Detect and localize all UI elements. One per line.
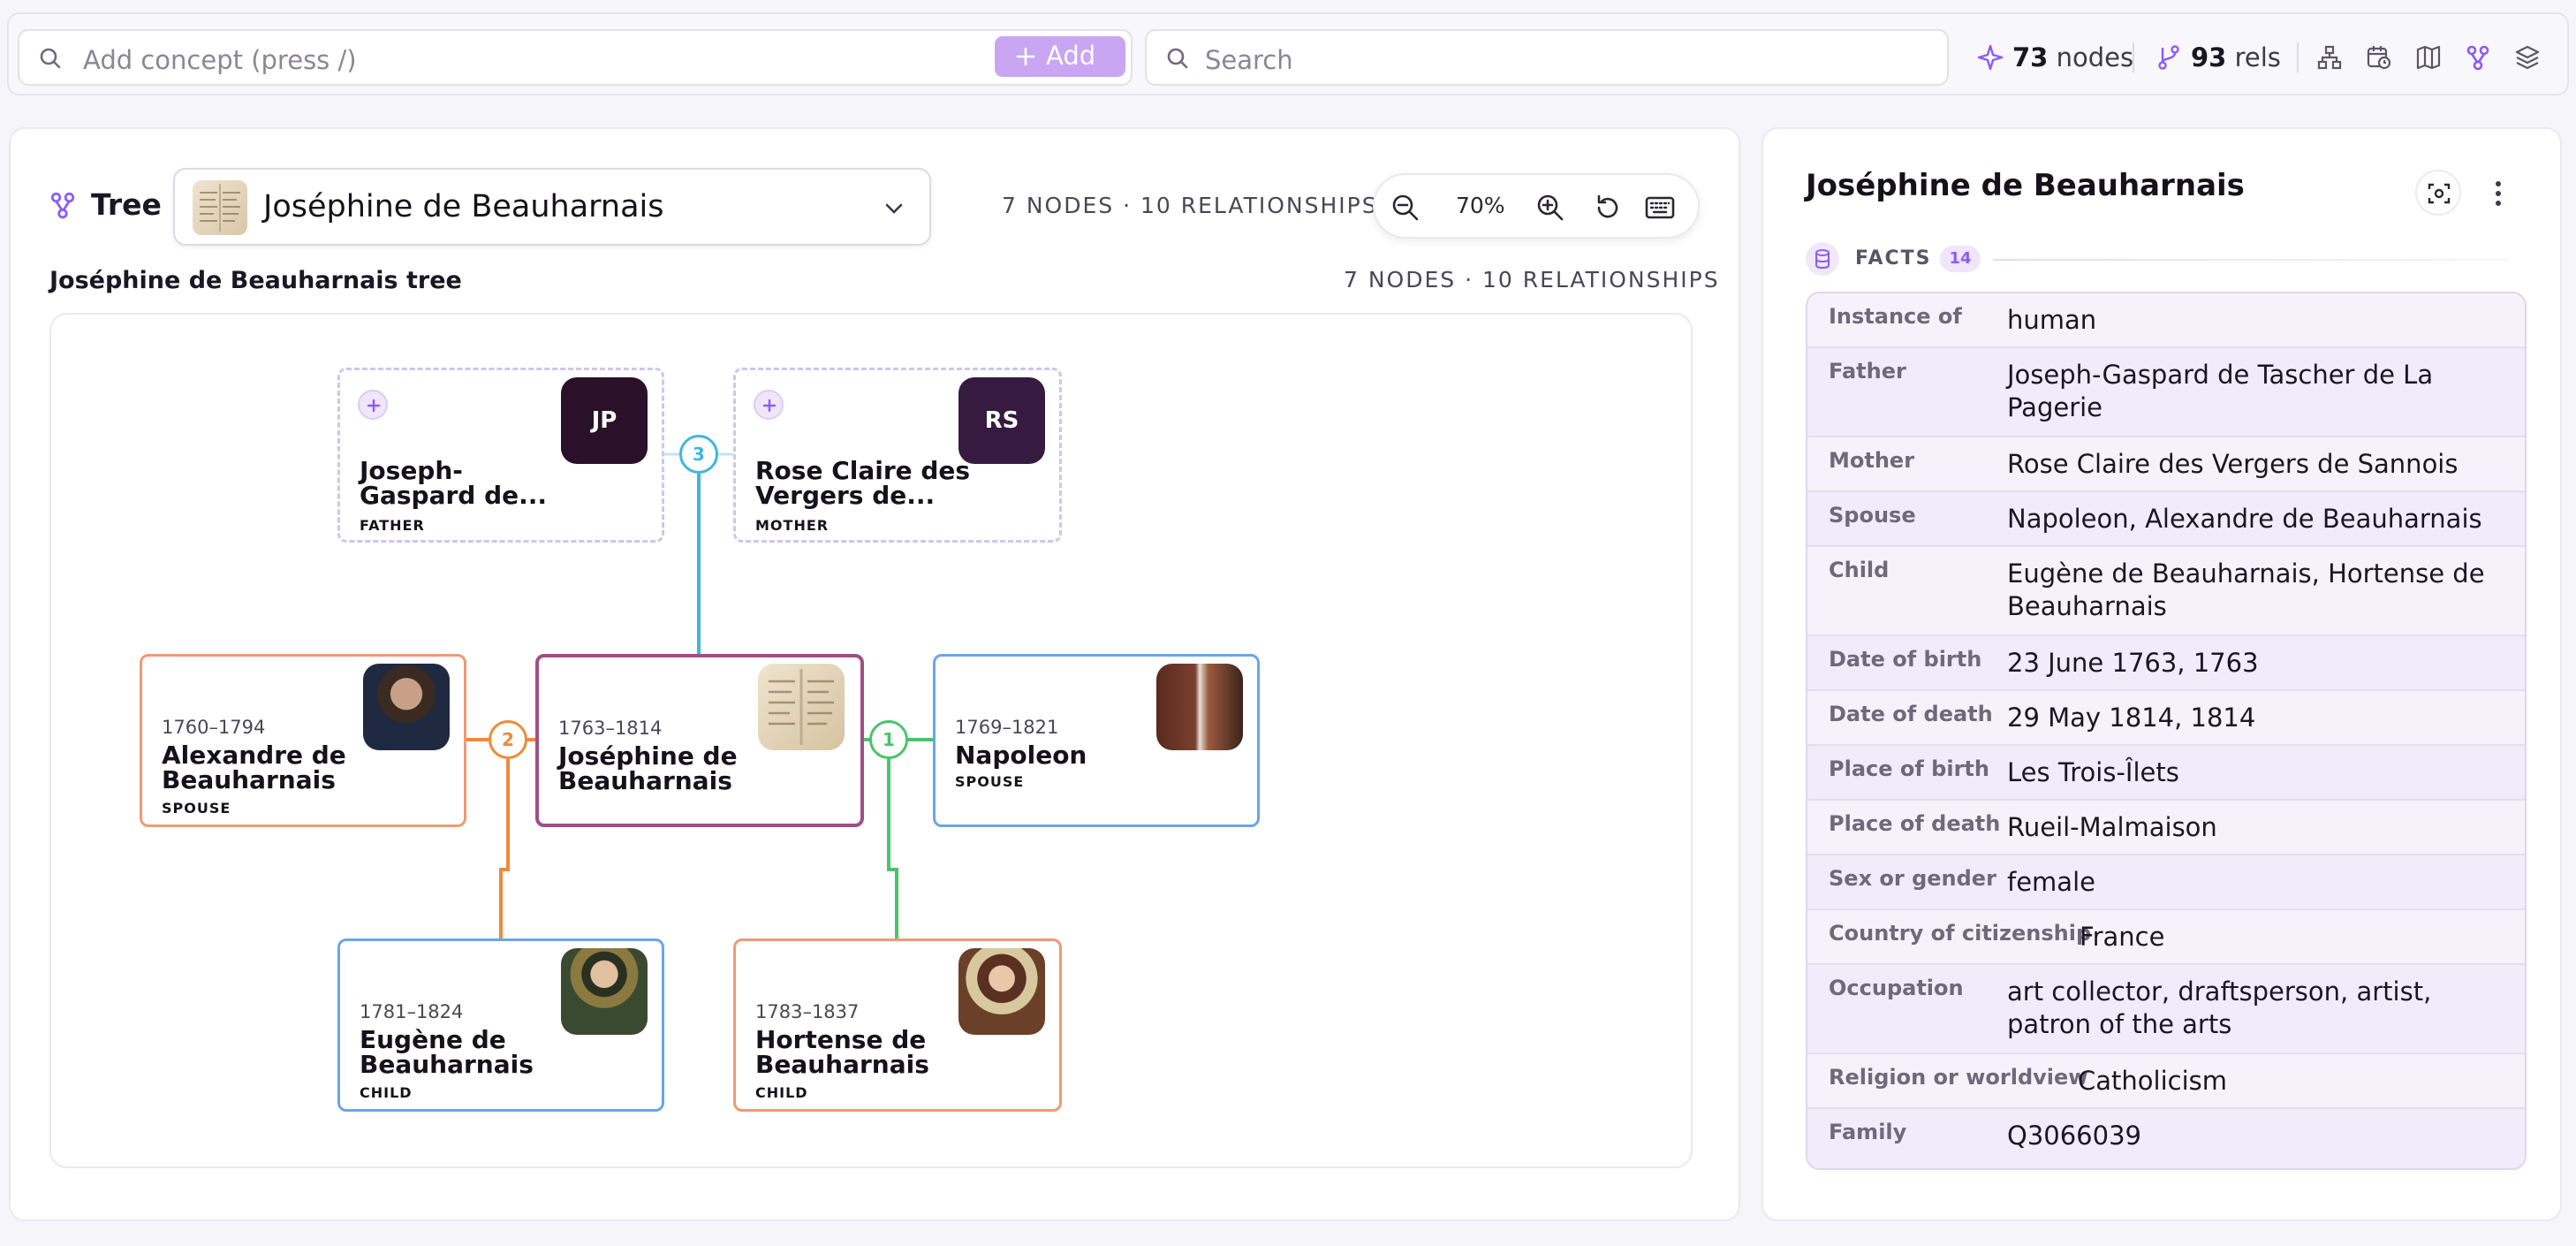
fact-row: Spouse Napoleon, Alexandre de Beauharnais (1807, 492, 2525, 547)
fact-value: Catholicism (2078, 1066, 2227, 1096)
fact-key: Family (1829, 1120, 1907, 1144)
facts-table: Instance of human Father Joseph-Gaspard de… (1806, 292, 2527, 1170)
fact-key: Spouse (1829, 503, 1916, 528)
avatar: JP (561, 377, 648, 464)
fact-key: Religion or worldview (1829, 1065, 2088, 1090)
fact-key: Place of birth (1829, 756, 1989, 781)
role-label: CHILD (755, 1084, 808, 1101)
fact-row: Place of death Rueil-Malmaison (1807, 801, 2525, 855)
fact-row: Mother Rose Claire des Vergers de Sannois (1807, 437, 2525, 492)
fact-value: Napoleon, Alexandre de Beauharnais (2007, 504, 2482, 534)
fact-key: Occupation (1829, 976, 1964, 1000)
avatar: RS (958, 377, 1045, 464)
fact-value: female (2007, 867, 2095, 897)
role-label: FATHER (360, 517, 425, 534)
life-years: 1781–1824 (360, 1001, 464, 1022)
fact-value: art collector, draftsperson, artist, pat… (2007, 976, 2432, 1039)
fact-value: Joseph-Gaspard de Tascher de La Pagerie (2007, 360, 2434, 422)
fact-row: Child Eugène de Beauharnais, Hortense de … (1807, 547, 2525, 636)
add-relative-button[interactable] (754, 390, 784, 420)
role-label: SPOUSE (162, 800, 231, 817)
life-years: 1783–1837 (755, 1001, 860, 1022)
fact-value: Eugène de Beauharnais, Hortense de Beauh… (2007, 558, 2485, 621)
fact-value: human (2007, 305, 2097, 335)
spouse2-badge[interactable]: 1 (869, 720, 908, 759)
life-years: 1769–1821 (955, 717, 1059, 738)
portrait-image (958, 948, 1045, 1035)
child-node-eugene[interactable]: 1781–1824 Eugène de Beauharnais CHILD (337, 938, 664, 1112)
facts-label: FACTS (1855, 247, 1932, 270)
fact-key: Country of citizenship (1829, 921, 2092, 946)
spouse1-child-line (499, 759, 510, 938)
spouse-node-napoleon[interactable]: 1769–1821 Napoleon SPOUSE (933, 654, 1260, 827)
spouse2-child-line (887, 759, 898, 938)
role-label: MOTHER (755, 517, 830, 534)
facts-section-header: FACTS 14 (1806, 242, 2527, 277)
focus-node-button[interactable] (2415, 170, 2461, 216)
fact-row: Family Q3066039 (1807, 1109, 2525, 1168)
role-label: CHILD (360, 1084, 413, 1101)
fact-value: Rueil-Malmaison (2007, 812, 2217, 842)
mother-name-line2: Vergers de... (755, 481, 936, 510)
plus-icon (367, 399, 381, 413)
spouse-name: Napoleon (955, 741, 1087, 770)
fact-row: Sex or gender female (1807, 855, 2525, 910)
fact-row: Date of birth 23 June 1763, 1763 (1807, 636, 2525, 691)
fact-key: Instance of (1829, 304, 1962, 329)
focus-name-line2: Beauharnais (558, 766, 732, 795)
fact-value: Q3066039 (2007, 1121, 2141, 1151)
fact-row: Place of birth Les Trois-Îlets (1807, 746, 2525, 801)
portrait-image (758, 664, 845, 750)
fact-value: Les Trois-Îlets (2007, 757, 2179, 787)
fact-value: France (2080, 922, 2165, 952)
mother-name-line1: Rose Claire des (755, 456, 971, 485)
child-name-line2: Beauharnais (755, 1050, 929, 1079)
portrait-image (561, 948, 648, 1035)
child-name-line1: Hortense de (755, 1025, 927, 1054)
focus-node-josephine[interactable]: 1763–1814 Joséphine de Beauharnais (535, 654, 864, 827)
detail-title: Joséphine de Beauharnais (1806, 168, 2245, 203)
spouse1-badge[interactable]: 2 (489, 720, 527, 759)
fact-row: Occupation art collector, draftsperson, a… (1807, 965, 2525, 1054)
father-name-line1: Joseph- (360, 456, 463, 485)
section-divider (1993, 259, 2509, 261)
fact-value: Rose Claire des Vergers de Sannois (2007, 449, 2459, 479)
mother-node[interactable]: RS Rose Claire des Vergers de... MOTHER (733, 368, 1062, 543)
life-years: 1763–1814 (558, 718, 663, 739)
father-name-line2: Gaspard de... (360, 481, 548, 510)
spouse-name-line1: Alexandre de (162, 741, 346, 770)
add-relative-button[interactable] (358, 390, 388, 420)
fact-row: Instance of human (1807, 293, 2525, 348)
fact-key: Place of death (1829, 811, 2001, 836)
facts-count-badge: 14 (1940, 246, 1981, 272)
fact-key: Date of birth (1829, 647, 1982, 672)
fact-key: Sex or gender (1829, 866, 1996, 891)
plus-icon (762, 399, 777, 413)
child-name-line2: Beauharnais (360, 1050, 534, 1079)
fact-value: 23 June 1763, 1763 (2007, 648, 2259, 678)
role-label: SPOUSE (955, 773, 1025, 790)
fact-row: Country of citizenship France (1807, 910, 2525, 965)
focus-name-line1: Joséphine de (558, 741, 738, 771)
portrait-image (1156, 664, 1243, 750)
child-node-hortense[interactable]: 1783–1837 Hortense de Beauharnais CHILD (733, 938, 1062, 1112)
fact-key: Child (1829, 558, 1890, 582)
child-name-line1: Eugène de (360, 1025, 506, 1054)
parents-badge[interactable]: 3 (679, 435, 718, 474)
fact-row: Date of death 29 May 1814, 1814 (1807, 691, 2525, 746)
portrait-image (363, 664, 450, 750)
fact-row: Religion or worldview Catholicism (1807, 1054, 2525, 1109)
fact-value: 29 May 1814, 1814 (2007, 703, 2256, 733)
father-node[interactable]: JP Joseph- Gaspard de... FATHER (337, 368, 664, 543)
spouse-name-line2: Beauharnais (162, 765, 336, 794)
life-years: 1760–1794 (162, 717, 266, 738)
focus-icon (2428, 183, 2451, 204)
fact-key: Date of death (1829, 702, 1993, 726)
database-icon (1806, 242, 1839, 276)
fact-key: Mother (1829, 448, 1915, 473)
spouse-node-alexandre[interactable]: 1760–1794 Alexandre de Beauharnais SPOUS… (140, 654, 466, 827)
fact-key: Father (1829, 359, 1906, 384)
more-options-icon[interactable] (2488, 179, 2509, 209)
fact-row: Father Joseph-Gaspard de Tascher de La Pa… (1807, 348, 2525, 437)
